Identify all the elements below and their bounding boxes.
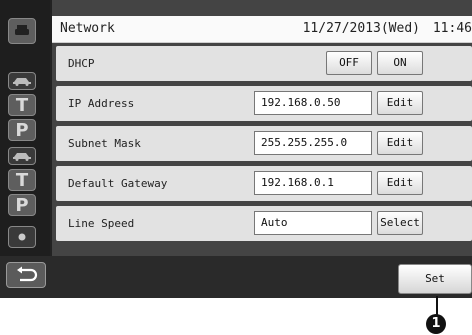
sidebar-t-button-1[interactable]: T — [8, 94, 36, 116]
default-gateway-field[interactable]: 192.168.0.1 — [254, 171, 372, 195]
bottom-bar: Set — [0, 256, 472, 298]
dhcp-off-button[interactable]: OFF — [326, 51, 372, 75]
line-speed-select-button[interactable]: Select — [377, 211, 423, 235]
time-display: 11:46 — [432, 21, 472, 36]
car-icon[interactable] — [8, 72, 36, 90]
dhcp-label: DHCP — [68, 57, 95, 70]
sidebar-letter: T — [15, 94, 29, 116]
default-gateway-label: Default Gateway — [68, 177, 168, 190]
sidebar-t-button-2[interactable]: T — [8, 169, 36, 191]
dhcp-row: DHCP OFF ON — [56, 46, 472, 81]
car-icon-glyph — [13, 153, 31, 161]
default-gateway-row: Default Gateway 192.168.0.1 Edit — [56, 166, 472, 201]
back-arrow-icon — [17, 266, 38, 282]
dhcp-on-button[interactable]: ON — [377, 51, 423, 75]
set-button[interactable]: Set — [398, 264, 472, 294]
device-screen: T P T P Network 11/27/2013(Wed) 11:46 DH… — [0, 0, 472, 298]
subnet-mask-field[interactable]: 255.255.255.0 — [254, 131, 372, 155]
subnet-mask-label: Subnet Mask — [68, 137, 141, 150]
sidebar-letter: T — [15, 169, 29, 191]
network-panel: Network 11/27/2013(Wed) 11:46 DHCP OFF O… — [52, 0, 472, 256]
printer-icon-glyph — [15, 25, 29, 35]
dot-icon[interactable] — [8, 226, 36, 248]
sidebar-p-button-2[interactable]: P — [8, 194, 36, 216]
printer-icon[interactable] — [8, 18, 36, 44]
ip-address-label: IP Address — [68, 97, 135, 110]
sidebar: T P T P — [0, 0, 50, 256]
sidebar-letter: P — [15, 194, 29, 216]
header-bar: Network 11/27/2013(Wed) 11:46 — [52, 16, 472, 43]
dot-icon-glyph — [18, 233, 26, 241]
car-icon-glyph — [13, 78, 31, 86]
sidebar-p-button-1[interactable]: P — [8, 119, 36, 141]
line-speed-field[interactable]: Auto — [254, 211, 372, 235]
default-gateway-edit-button[interactable]: Edit — [377, 171, 423, 195]
ip-address-row: IP Address 192.168.0.50 Edit — [56, 86, 472, 121]
ip-address-edit-button[interactable]: Edit — [377, 91, 423, 115]
sidebar-letter: P — [15, 119, 29, 141]
subnet-mask-edit-button[interactable]: Edit — [377, 131, 423, 155]
back-button[interactable] — [6, 262, 46, 288]
subnet-mask-row: Subnet Mask 255.255.255.0 Edit — [56, 126, 472, 161]
line-speed-label: Line Speed — [68, 217, 135, 230]
ip-address-field[interactable]: 192.168.0.50 — [254, 91, 372, 115]
page-title: Network — [60, 21, 115, 36]
callout-marker: 1 — [426, 314, 446, 334]
car-icon[interactable] — [8, 147, 36, 165]
line-speed-row: Line Speed Auto Select — [56, 206, 472, 241]
date-display: 11/27/2013(Wed) — [302, 21, 420, 36]
